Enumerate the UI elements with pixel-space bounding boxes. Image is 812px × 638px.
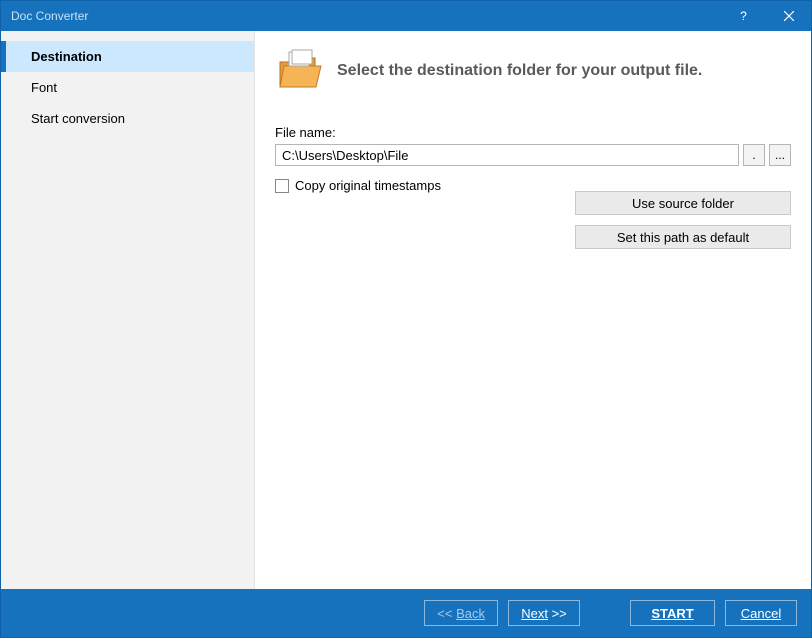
page-heading: Select the destination folder for your o…: [337, 62, 702, 80]
side-buttons: Use source folder Set this path as defau…: [575, 191, 791, 249]
close-icon: [784, 11, 794, 21]
close-button[interactable]: [766, 1, 811, 31]
help-icon: ?: [740, 9, 747, 23]
back-button[interactable]: << Back: [424, 600, 498, 626]
checkbox-box: [275, 179, 289, 193]
sidebar-item-label: Destination: [31, 49, 102, 64]
header-row: Select the destination folder for your o…: [275, 49, 791, 93]
filename-label: File name:: [275, 125, 791, 140]
filename-row: . ...: [275, 144, 791, 166]
set-default-path-button[interactable]: Set this path as default: [575, 225, 791, 249]
open-location-button[interactable]: .: [743, 144, 765, 166]
sidebar-item-label: Font: [31, 80, 57, 95]
titlebar: Doc Converter ?: [1, 1, 811, 31]
main-panel: Select the destination folder for your o…: [255, 31, 811, 589]
checkbox-label: Copy original timestamps: [295, 178, 441, 193]
sidebar-item-start-conversion[interactable]: Start conversion: [1, 103, 254, 134]
sidebar: Destination Font Start conversion: [1, 31, 255, 589]
cancel-button[interactable]: Cancel: [725, 600, 797, 626]
start-button[interactable]: START: [630, 600, 715, 626]
folder-icon: [275, 49, 323, 93]
sidebar-item-label: Start conversion: [31, 111, 125, 126]
sidebar-item-font[interactable]: Font: [1, 72, 254, 103]
help-button[interactable]: ?: [721, 1, 766, 31]
browse-button[interactable]: ...: [769, 144, 791, 166]
filename-input[interactable]: [275, 144, 739, 166]
footer: << Back Next >> START Cancel: [1, 589, 811, 637]
next-button[interactable]: Next >>: [508, 600, 580, 626]
content-area: Destination Font Start conversion Select…: [1, 31, 811, 589]
sidebar-item-destination[interactable]: Destination: [1, 41, 254, 72]
window-title: Doc Converter: [11, 9, 721, 23]
use-source-folder-button[interactable]: Use source folder: [575, 191, 791, 215]
